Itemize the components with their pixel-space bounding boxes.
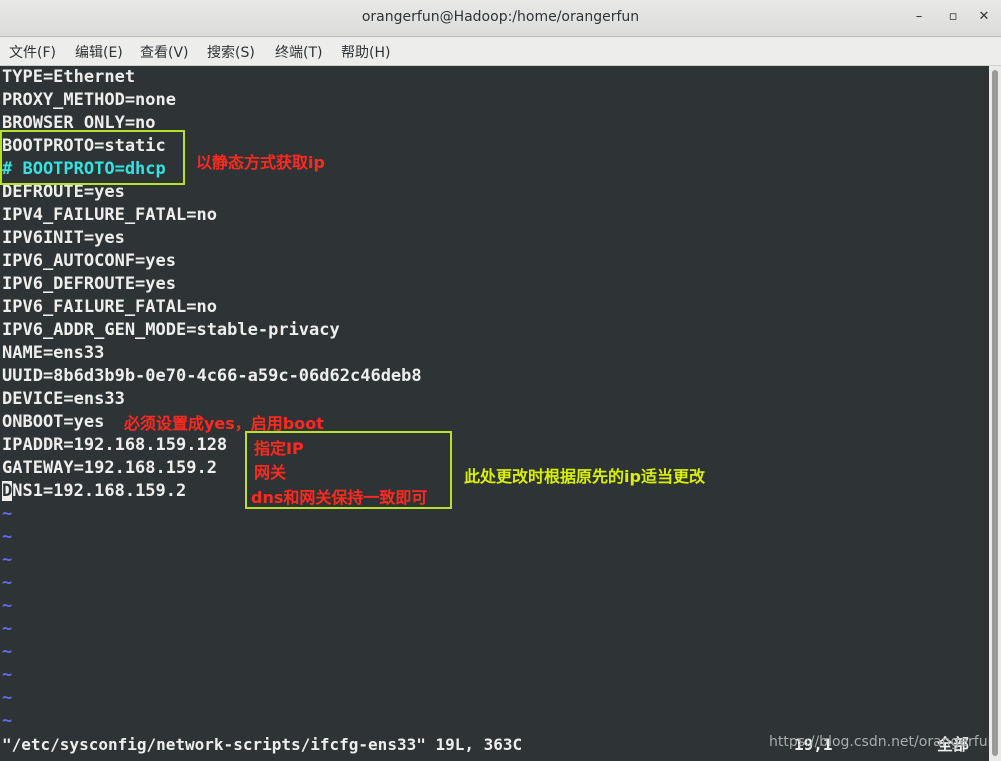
file-line: IPADDR=192.168.159.128 [2, 435, 228, 455]
file-line: IPV6_FAILURE_FATAL=no [2, 297, 217, 317]
window-title: orangerfun@Hadoop:/home/orangerfun [361, 9, 640, 25]
empty-line-tilde: ~ [2, 665, 13, 685]
file-line: IPV6_AUTOCONF=yes [2, 251, 176, 271]
empty-line-tilde: ~ [2, 642, 13, 662]
menu-edit[interactable]: 编辑(E) [75, 42, 123, 62]
menu-view[interactable]: 查看(V) [140, 42, 189, 62]
file-line: UUID=8b6d3b9b-0e70-4c66-a59c-06d62c46deb… [2, 366, 422, 386]
file-line: DEVICE=ens33 [2, 389, 125, 409]
scrollbar-thumb[interactable] [992, 70, 998, 756]
maximize-button[interactable]: ▫ [944, 8, 962, 26]
watermark: https://blog.csdn.net/orangerfun [769, 734, 997, 750]
annotation-ip: 指定IP [254, 439, 304, 458]
file-line: GATEWAY=192.168.159.2 [2, 458, 217, 478]
close-button[interactable]: ✕ [975, 8, 993, 26]
menu-terminal[interactable]: 终端(T) [275, 42, 322, 62]
vim-status-line: "/etc/sysconfig/network-scripts/ifcfg-en… [2, 735, 523, 754]
empty-line-tilde: ~ [2, 550, 13, 570]
file-line: NAME=ens33 [2, 343, 105, 363]
annotation-bootproto: 以静态方式获取ip [196, 153, 325, 172]
menu-help[interactable]: 帮助(H) [341, 42, 390, 62]
file-line: IPV6INIT=yes [2, 228, 125, 248]
empty-line-tilde: ~ [2, 688, 13, 708]
menu-bar: 文件(F) 编辑(E) 查看(V) 搜索(S) 终端(T) 帮助(H) [0, 37, 1001, 66]
empty-line-tilde: ~ [2, 504, 13, 524]
annotation-onboot: 必须设置成yes，启用boot [124, 414, 324, 433]
window-titlebar[interactable]: orangerfun@Hadoop:/home/orangerfun – ▫ ✕ [0, 0, 1001, 37]
annotation-dns: dns和网关保持一致即可 [251, 488, 428, 507]
file-line: IPV6_ADDR_GEN_MODE=stable-privacy [2, 320, 340, 340]
menu-search[interactable]: 搜索(S) [207, 42, 255, 62]
minimize-button[interactable]: – [910, 8, 928, 26]
annotation-gateway: 网关 [254, 463, 287, 482]
text-cursor: D [2, 481, 13, 501]
empty-line-tilde: ~ [2, 619, 13, 639]
menu-file[interactable]: 文件(F) [9, 42, 56, 62]
empty-line-tilde: ~ [2, 573, 13, 593]
file-line: IPV4_FAILURE_FATAL=no [2, 205, 217, 225]
file-line-dns: DNS1=192.168.159.2 [2, 480, 186, 503]
file-line: PROXY_METHOD=none [2, 90, 176, 110]
scrollbar[interactable] [989, 66, 1001, 761]
bootproto-highlight-box [0, 130, 185, 185]
empty-line-tilde: ~ [2, 596, 13, 616]
file-line: IPV6_DEFROUTE=yes [2, 274, 176, 294]
file-line: ONBOOT=yes [2, 412, 105, 432]
empty-line-tilde: ~ [2, 711, 13, 731]
dns-line-rest: NS1=192.168.159.2 [12, 481, 187, 501]
file-line: TYPE=Ethernet [2, 67, 136, 87]
empty-line-tilde: ~ [2, 527, 13, 547]
annotation-note: 此处更改时根据原先的ip适当更改 [464, 467, 705, 486]
